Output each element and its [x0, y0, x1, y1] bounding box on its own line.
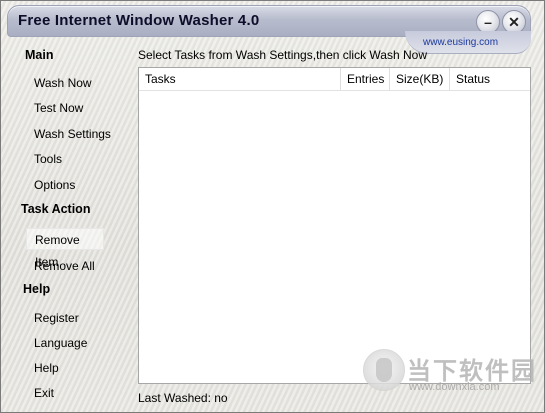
website-link[interactable]: www.eusing.com: [423, 37, 498, 48]
last-washed-status: Last Washed: no: [138, 391, 228, 405]
sidebar-item-exit[interactable]: Exit: [26, 382, 106, 404]
sidebar-item-remove-item[interactable]: Remove Item: [26, 228, 104, 269]
instruction-text: Select Tasks from Wash Settings,then cli…: [138, 48, 427, 62]
column-header-entries[interactable]: Entries: [341, 68, 390, 90]
sidebar-item-language[interactable]: Language: [26, 332, 106, 354]
sidebar-item-help[interactable]: Help: [26, 357, 106, 379]
main-window: Free Internet Window Washer 4.0 – ✕ www.…: [0, 0, 545, 413]
sidebar-item-options[interactable]: Options: [26, 174, 106, 196]
sidebar-item-tools[interactable]: Tools: [26, 148, 106, 170]
column-header-tasks[interactable]: Tasks: [139, 68, 341, 90]
sidebar-item-remove-all[interactable]: Remove All: [26, 255, 106, 277]
minimize-icon: –: [484, 14, 492, 30]
sidebar-item-register[interactable]: Register: [26, 307, 106, 329]
window-title: Free Internet Window Washer 4.0: [18, 12, 260, 29]
watermark-url: www.downxia.com: [409, 381, 500, 393]
sidebar-item-wash-settings[interactable]: Wash Settings: [26, 123, 116, 145]
watermark: 当下软件园 www.downxia.com: [363, 347, 541, 405]
section-heading-help: Help: [23, 282, 51, 296]
close-icon: ✕: [508, 14, 520, 30]
section-heading-task-action: Task Action: [21, 202, 91, 216]
sidebar-item-test-now[interactable]: Test Now: [26, 97, 106, 119]
section-heading-main: Main: [25, 48, 54, 62]
watermark-logo-icon: [363, 349, 405, 391]
task-list[interactable]: Tasks Entries Size(KB) Status: [138, 67, 531, 384]
list-header: Tasks Entries Size(KB) Status: [139, 68, 530, 91]
sidebar-item-wash-now[interactable]: Wash Now: [26, 72, 106, 94]
column-header-status[interactable]: Status: [450, 68, 512, 90]
column-header-size[interactable]: Size(KB): [390, 68, 450, 90]
